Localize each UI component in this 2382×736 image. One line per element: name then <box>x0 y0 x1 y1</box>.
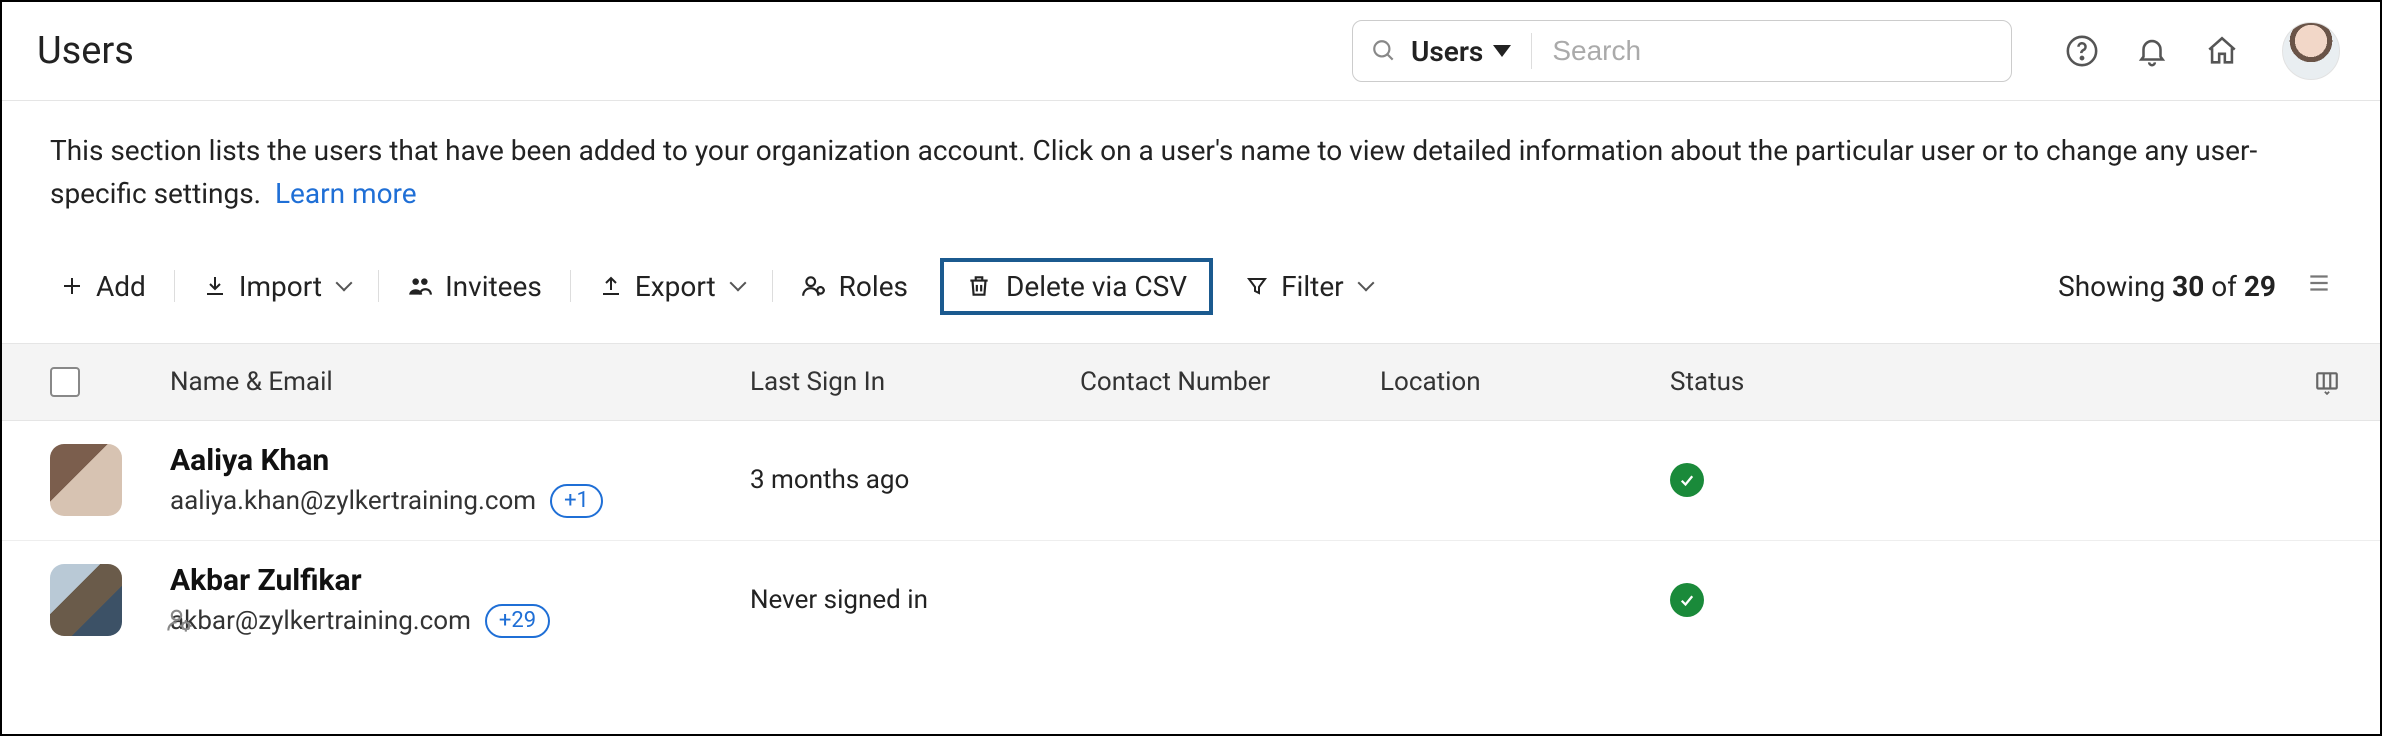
import-icon <box>203 274 227 298</box>
filter-button[interactable]: Filter <box>1235 264 1382 309</box>
add-button[interactable]: Add <box>50 264 156 309</box>
user-avatar[interactable] <box>50 564 122 636</box>
filter-label: Filter <box>1281 270 1344 303</box>
last-signin: Never signed in <box>750 585 1080 615</box>
status-cell <box>1670 463 1890 497</box>
status-active-icon <box>1670 463 1704 497</box>
header-icons <box>2062 22 2340 80</box>
column-status[interactable]: Status <box>1670 367 1890 397</box>
divider <box>174 270 175 302</box>
column-contact[interactable]: Contact Number <box>1080 367 1380 397</box>
table-row[interactable]: Aaliya Khan aaliya.khan@zylkertraining.c… <box>2 421 2380 541</box>
plus-icon <box>60 274 84 298</box>
invitees-button[interactable]: Invitees <box>397 264 552 309</box>
email-count-pill[interactable]: +29 <box>485 604 550 638</box>
showing-count: Showing 30 of 29 <box>2058 270 2276 303</box>
caret-down-icon <box>1493 45 1511 57</box>
showing-total: 29 <box>2244 270 2276 303</box>
user-email: aaliya.khan@zylkertraining.com <box>170 486 536 516</box>
import-label: Import <box>239 270 322 303</box>
bell-icon[interactable] <box>2132 31 2172 71</box>
column-name[interactable]: Name & Email <box>170 367 750 397</box>
import-button[interactable]: Import <box>193 264 360 309</box>
user-avatar[interactable] <box>50 444 122 516</box>
delete-csv-label: Delete via CSV <box>1006 270 1187 303</box>
divider <box>570 270 571 302</box>
table-row[interactable]: Akbar Zulfikar akbar@zylkertraining.com … <box>2 541 2380 660</box>
roles-icon <box>801 273 827 299</box>
list-density-icon[interactable] <box>2306 270 2332 303</box>
search-input[interactable] <box>1552 35 1993 67</box>
home-icon[interactable] <box>2202 31 2242 71</box>
search-scope-dropdown[interactable]: Users <box>1411 35 1511 68</box>
column-settings-icon[interactable] <box>1890 369 2340 395</box>
invitees-label: Invitees <box>445 270 542 303</box>
select-all-checkbox[interactable] <box>50 367 80 397</box>
chevron-down-icon <box>729 275 746 292</box>
showing-prefix: Showing <box>2058 270 2172 303</box>
header-bar: Users Users <box>2 2 2380 101</box>
user-name[interactable]: Akbar Zulfikar <box>170 563 750 598</box>
user-email: akbar@zylkertraining.com <box>170 606 471 636</box>
search-scope-label: Users <box>1411 35 1483 68</box>
roles-label: Roles <box>839 270 908 303</box>
chevron-down-icon <box>336 275 353 292</box>
showing-number: 30 <box>2172 270 2204 303</box>
showing-of: of <box>2204 270 2244 303</box>
divider <box>1531 33 1532 69</box>
column-checkbox <box>50 367 170 397</box>
trash-icon <box>966 273 992 299</box>
search-box[interactable]: Users <box>1352 20 2012 82</box>
status-active-icon <box>1670 583 1704 617</box>
chevron-down-icon <box>1357 275 1374 292</box>
delete-via-csv-button[interactable]: Delete via CSV <box>940 258 1213 315</box>
roles-button[interactable]: Roles <box>791 264 918 309</box>
email-count-pill[interactable]: +1 <box>550 484 603 518</box>
status-cell <box>1670 583 1890 617</box>
users-icon <box>407 273 433 299</box>
learn-more-link[interactable]: Learn more <box>275 177 417 210</box>
export-icon <box>599 274 623 298</box>
table-header: Name & Email Last Sign In Contact Number… <box>2 343 2380 421</box>
user-gear-icon <box>166 606 194 634</box>
search-icon <box>1371 38 1397 64</box>
toolbar: Add Import Invitees Export Roles Delete … <box>2 226 2380 343</box>
last-signin: 3 months ago <box>750 465 1080 495</box>
column-signin[interactable]: Last Sign In <box>750 367 1080 397</box>
help-icon[interactable] <box>2062 31 2102 71</box>
page-title: Users <box>37 29 134 73</box>
column-location[interactable]: Location <box>1380 367 1670 397</box>
export-button[interactable]: Export <box>589 264 754 309</box>
export-label: Export <box>635 270 716 303</box>
user-name[interactable]: Aaliya Khan <box>170 443 750 478</box>
add-label: Add <box>96 270 146 303</box>
filter-icon <box>1245 274 1269 298</box>
divider <box>378 270 379 302</box>
profile-avatar[interactable] <box>2282 22 2340 80</box>
divider <box>772 270 773 302</box>
section-description: This section lists the users that have b… <box>2 101 2380 226</box>
